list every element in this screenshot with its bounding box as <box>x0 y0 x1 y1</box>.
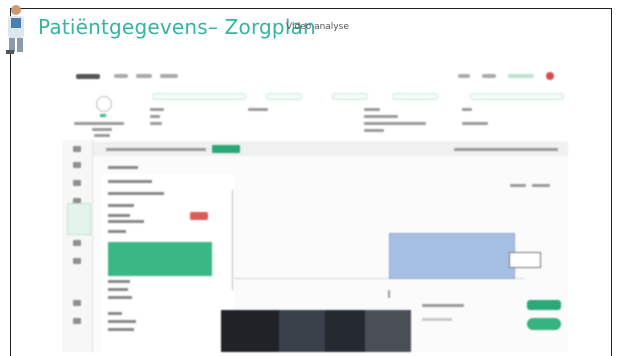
video-frame <box>279 310 325 352</box>
text-line <box>462 108 472 111</box>
sidebar-icon[interactable] <box>73 162 81 168</box>
list-item <box>108 328 134 331</box>
sidebar-icon[interactable] <box>73 258 81 264</box>
video-frame <box>365 310 411 352</box>
status-indicator <box>100 114 106 117</box>
app-top-nav <box>62 66 568 89</box>
search-input[interactable] <box>332 93 368 100</box>
chart-bar <box>389 233 515 279</box>
slide: Patiëntgegevens– Zorgplan Video analyse <box>0 0 621 356</box>
text-line <box>388 290 390 298</box>
chart-axis <box>232 190 233 290</box>
search-input[interactable] <box>152 93 246 100</box>
text-line <box>510 184 526 187</box>
app-sidebar <box>62 140 93 352</box>
text-line <box>462 122 488 125</box>
sidebar-icon[interactable] <box>73 240 81 246</box>
sidebar-icon[interactable] <box>73 300 81 306</box>
sidebar-icon[interactable] <box>73 180 81 186</box>
sidebar-active-item[interactable] <box>67 203 91 235</box>
text-line <box>248 108 268 111</box>
add-button[interactable] <box>527 318 561 330</box>
nav-item <box>508 74 534 78</box>
slide-subtitle: Video analyse <box>286 22 349 32</box>
save-button[interactable] <box>527 300 561 310</box>
list-item <box>108 230 126 233</box>
sidebar-icon[interactable] <box>73 146 81 152</box>
patient-avatar-icon <box>96 96 112 112</box>
nav-item <box>114 74 128 78</box>
sidebar-icon[interactable] <box>73 318 81 324</box>
list-item <box>108 220 144 223</box>
text-line <box>74 122 124 125</box>
alert-badge <box>190 212 208 220</box>
text-line <box>532 184 550 187</box>
search-input[interactable] <box>470 93 564 100</box>
list-item <box>108 312 122 315</box>
video-frame <box>221 310 279 352</box>
list-item <box>108 214 130 217</box>
video-frame <box>325 310 365 352</box>
text-line <box>106 148 206 151</box>
frame-right-border <box>611 8 612 356</box>
text-line <box>92 128 112 131</box>
text-line <box>364 108 380 111</box>
text-line <box>364 115 398 118</box>
text-line <box>94 134 110 137</box>
nav-item <box>160 74 178 78</box>
text-line <box>364 122 426 125</box>
list-item <box>108 180 152 183</box>
text-line <box>364 129 384 132</box>
notification-icon <box>546 72 554 80</box>
text-line <box>150 115 160 118</box>
nav-item <box>458 74 470 78</box>
search-input[interactable] <box>266 93 302 100</box>
nav-item <box>136 74 152 78</box>
text-line <box>150 122 162 125</box>
list-item <box>108 192 164 195</box>
list-item <box>108 296 132 299</box>
text-line <box>454 148 558 151</box>
slide-title: Patiëntgegevens– Zorgplan <box>38 15 316 39</box>
app-logo <box>76 74 100 79</box>
selected-list-item[interactable] <box>108 242 212 276</box>
chart-tooltip <box>509 252 541 268</box>
list-item <box>108 288 128 291</box>
search-input[interactable] <box>392 93 438 100</box>
text-line <box>422 318 452 321</box>
list-item <box>108 320 136 323</box>
list-item <box>108 204 134 207</box>
nav-item <box>482 74 496 78</box>
frame-top-border <box>10 8 612 9</box>
embedded-app-screenshot <box>62 66 568 352</box>
text-line <box>150 108 164 111</box>
action-button[interactable] <box>212 145 240 153</box>
list-item <box>108 280 130 283</box>
toolbar-row <box>62 142 568 156</box>
list-item <box>108 166 138 169</box>
frame-left-border <box>10 8 11 356</box>
text-line <box>422 304 464 307</box>
doctor-icon <box>6 5 24 54</box>
